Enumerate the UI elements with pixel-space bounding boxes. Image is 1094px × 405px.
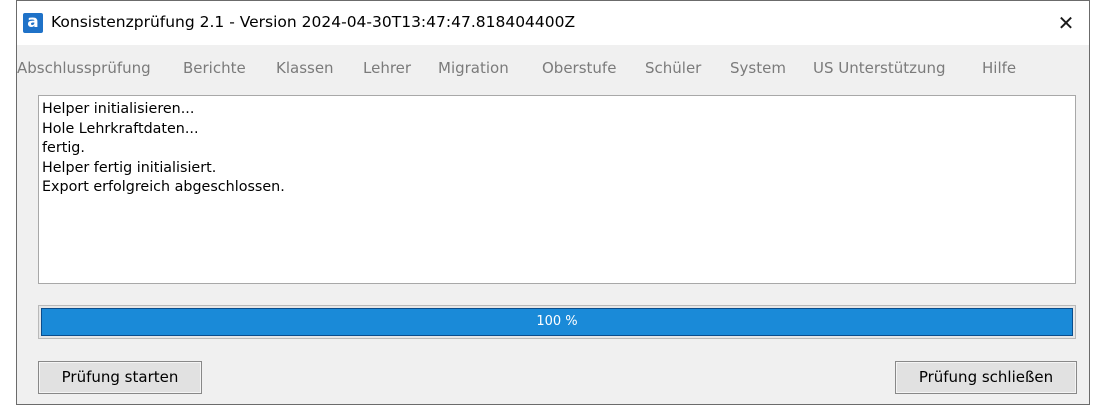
menu-bar: Abschlussprüfung Berichte Klassen Lehrer… (17, 50, 1089, 86)
close-icon[interactable]: ✕ (1043, 1, 1089, 45)
progress-bar: 100 % (38, 305, 1076, 339)
menu-item-hilfe[interactable]: Hilfe (982, 59, 1016, 77)
log-output[interactable]: Helper initialisieren... Hole Lehrkraftd… (38, 95, 1076, 284)
title-bar[interactable]: a Konsistenzprüfung 2.1 - Version 2024-0… (17, 1, 1089, 45)
menu-item-oberstufe[interactable]: Oberstufe (542, 59, 616, 77)
close-check-button[interactable]: Prüfung schließen (895, 361, 1077, 394)
log-line: Hole Lehrkraftdaten... (42, 120, 199, 137)
progress-track: 100 % (41, 308, 1073, 336)
log-line: Helper fertig initialisiert. (42, 159, 217, 176)
menu-item-klassen[interactable]: Klassen (276, 59, 334, 77)
main-window: a Konsistenzprüfung 2.1 - Version 2024-0… (16, 0, 1090, 405)
log-line: fertig. (42, 140, 85, 156)
start-check-button[interactable]: Prüfung starten (38, 361, 202, 394)
progress-label: 100 % (536, 314, 578, 329)
window-title: Konsistenzprüfung 2.1 - Version 2024-04-… (51, 13, 576, 31)
menu-item-migration[interactable]: Migration (438, 59, 509, 77)
menu-item-berichte[interactable]: Berichte (183, 59, 246, 77)
menu-item-schueler[interactable]: Schüler (645, 59, 701, 77)
app-icon: a (23, 13, 43, 33)
menu-item-system[interactable]: System (730, 59, 786, 77)
menu-item-lehrer[interactable]: Lehrer (363, 59, 411, 77)
menu-item-abschlusspruefung[interactable]: Abschlussprüfung (17, 59, 151, 77)
log-line: Export erfolgreich abgeschlossen. (42, 179, 285, 195)
log-line: Helper initialisieren... (42, 101, 195, 117)
menu-item-us-unterstuetzung[interactable]: US Unterstützung (813, 59, 946, 77)
